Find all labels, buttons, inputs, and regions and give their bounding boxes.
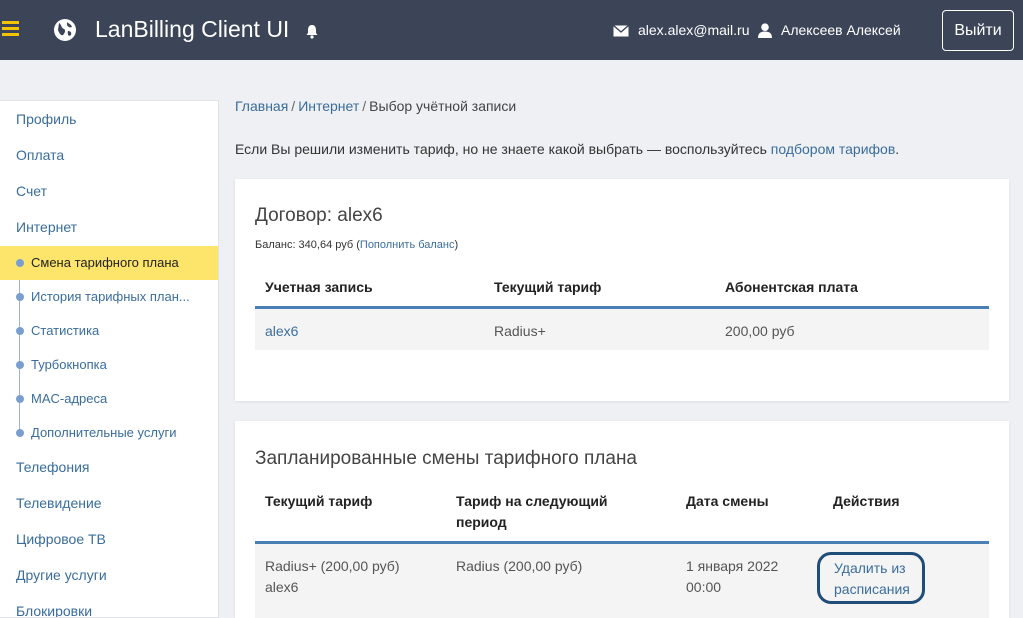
sidebar-item-internet[interactable]: Интернет <box>16 219 77 235</box>
account-link[interactable]: alex6 <box>265 323 298 339</box>
sidebar-subitem-label: MAC-адреса <box>31 391 108 406</box>
sidebar-subitem-label: Турбокнопка <box>31 357 107 372</box>
tariff-selection-link[interactable]: подбором тарифов <box>771 141 896 157</box>
app-title[interactable]: LanBilling Client UI <box>95 16 289 43</box>
sidebar-item-other-services[interactable]: Другие услуги <box>16 567 107 583</box>
sidebar-item-telephony[interactable]: Телефония <box>16 459 89 475</box>
bullet-icon <box>16 361 24 369</box>
sidebar-item-payment[interactable]: Оплата <box>16 147 64 163</box>
balance-text: Баланс: 340,64 руб ( <box>255 239 360 251</box>
sidebar-subitem-extra-services[interactable]: Дополнительные услуги <box>0 416 218 450</box>
sidebar-item-digital-tv[interactable]: Цифровое ТВ <box>16 531 106 547</box>
table-row <box>255 309 989 350</box>
current-account-cell: alex6 <box>265 579 299 595</box>
col-next-tariff: Тариф на следующий <box>456 493 608 509</box>
col-next-tariff-line2: период <box>456 514 507 530</box>
hint-text: Если Вы решили изменить тариф, но не зна… <box>235 141 771 157</box>
fee-cell: 200,00 руб <box>725 323 795 339</box>
sidebar-subitem-label: Дополнительные услуги <box>31 425 177 440</box>
col-fee: Абонентская плата <box>725 279 858 295</box>
col-account: Учетная запись <box>265 279 373 295</box>
col-current-tariff: Текущий тариф <box>265 493 373 509</box>
current-tariff-cell: Radius+ (200,00 руб) <box>265 558 400 574</box>
col-change-date: Дата смены <box>686 493 769 509</box>
remove-from-schedule-link[interactable]: Удалить из расписания <box>817 552 925 604</box>
breadcrumb-current: Выбор учётной записи <box>369 98 517 114</box>
mail-icon <box>613 25 629 37</box>
next-tariff-cell: Radius (200,00 руб) <box>456 558 583 574</box>
menu-icon[interactable] <box>2 21 19 36</box>
sidebar-item-profile[interactable]: Профиль <box>16 111 76 127</box>
bullet-icon <box>16 259 24 267</box>
breadcrumb: Главная / Интернет / Выбор учётной записи <box>235 98 516 114</box>
user-email: alex.alex@mail.ru <box>638 22 750 38</box>
bullet-icon <box>16 429 24 437</box>
sidebar: Профиль Оплата Счет Интернет Смена тариф… <box>0 100 219 618</box>
sidebar-item-blocks[interactable]: Блокировки <box>16 603 92 617</box>
sidebar-subitem-tariff-history[interactable]: История тарифных план... <box>0 280 218 314</box>
bullet-icon <box>16 293 24 301</box>
breadcrumb-separator: / <box>362 98 367 114</box>
remove-link-line1: Удалить из <box>834 560 906 576</box>
contract-card: Договор: alex6 Баланс: 340,64 руб (Попол… <box>235 179 1009 401</box>
contract-title: Договор: alex6 <box>255 205 383 226</box>
bell-icon[interactable] <box>305 24 319 39</box>
sidebar-subitem-change-tariff[interactable]: Смена тарифного плана <box>0 246 218 280</box>
scheduled-title: Запланированные смены тарифного плана <box>255 448 638 469</box>
breadcrumb-separator: / <box>291 98 296 114</box>
tariff-cell: Radius+ <box>494 323 546 339</box>
sidebar-subitem-mac[interactable]: MAC-адреса <box>0 382 218 416</box>
sidebar-subitem-statistics[interactable]: Статистика <box>0 314 218 348</box>
breadcrumb-home[interactable]: Главная <box>235 98 288 114</box>
col-actions: Действия <box>833 493 900 509</box>
top-up-link[interactable]: Пополнить баланс <box>360 239 455 251</box>
col-current-tariff: Текущий тариф <box>494 279 602 295</box>
user-icon <box>758 23 772 38</box>
sidebar-subitem-label: История тарифных план... <box>31 289 190 304</box>
sidebar-subitem-label: Статистика <box>31 323 100 338</box>
globe-icon <box>54 19 76 41</box>
logout-button[interactable]: Выйти <box>942 10 1014 51</box>
change-time-cell: 00:00 <box>686 579 722 595</box>
top-header: LanBilling Client UI alex.alex@mail.ru А… <box>0 0 1023 60</box>
balance-end: ) <box>454 239 459 251</box>
change-date-cell: 1 января 2022 <box>686 558 779 574</box>
user-name[interactable]: Алексеев Алексей <box>781 22 901 38</box>
hint-end: . <box>895 141 900 157</box>
scheduled-changes-card: Запланированные смены тарифного плана Те… <box>235 421 1009 618</box>
breadcrumb-internet[interactable]: Интернет <box>298 98 359 114</box>
remove-link-line2: расписания <box>834 581 910 597</box>
bullet-icon <box>16 395 24 403</box>
balance-info: Баланс: 340,64 руб (Пополнить баланс) <box>255 239 458 251</box>
bullet-icon <box>16 327 24 335</box>
sidebar-subitem-turbo[interactable]: Турбокнопка <box>0 348 218 382</box>
sidebar-item-account[interactable]: Счет <box>16 183 47 199</box>
sidebar-item-tv[interactable]: Телевидение <box>16 495 102 511</box>
tariff-hint: Если Вы решили изменить тариф, но не зна… <box>235 141 899 157</box>
sidebar-subitem-label: Смена тарифного плана <box>31 255 179 270</box>
